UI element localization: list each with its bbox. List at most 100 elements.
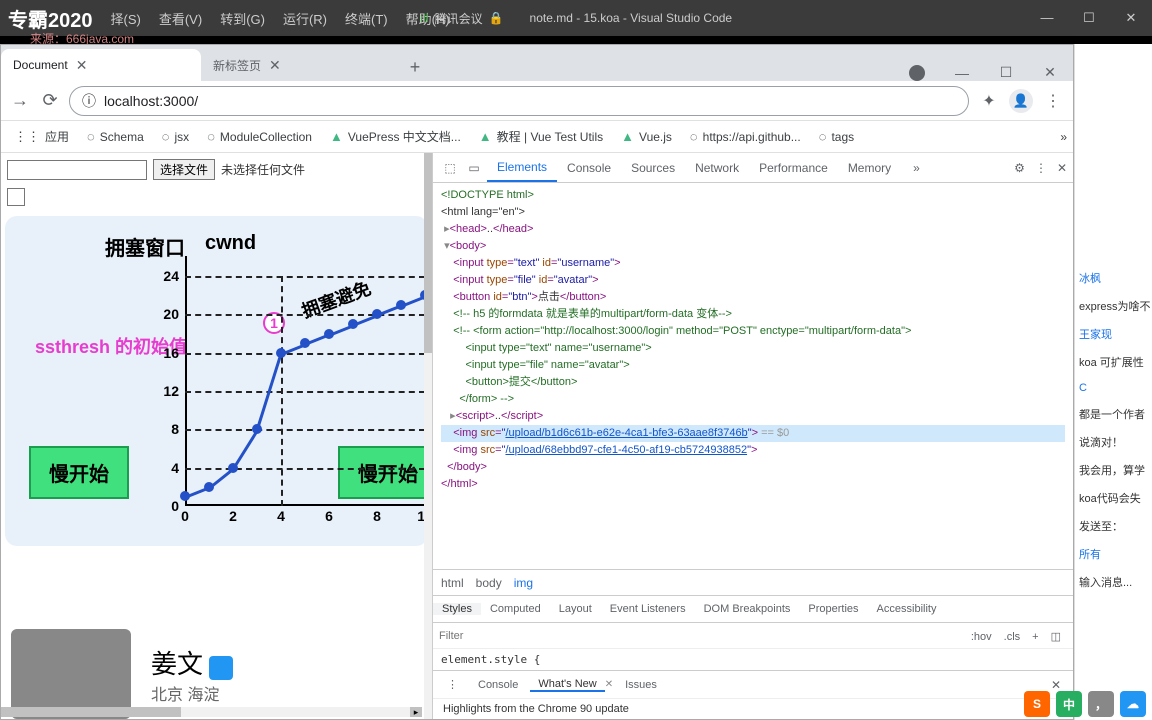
devtools-tab[interactable]: Performance (749, 153, 838, 182)
profile-location: 北京 海淀 (151, 681, 233, 705)
chrome-window: Document✕新标签页✕ + — ☐ ✕ → ⟳ ⓘ localhost:3… (0, 44, 1074, 720)
taskbar: S 中 ， ☁ (1018, 688, 1152, 720)
more-tabs-icon[interactable]: » (903, 153, 930, 182)
chat-line: koa 可扩展性 (1075, 348, 1152, 376)
maximize-button[interactable]: ☐ (1068, 10, 1110, 26)
lock-icon: 🔒 (489, 11, 504, 25)
vscode-title: ıll 腾讯会议 🔒 note.md - 15.koa - Visual Stu… (420, 10, 732, 27)
vscode-menu: 择(S)查看(V)转到(G)运行(R)终端(T)帮助(H) (101, 9, 450, 28)
browser-tab[interactable]: Document✕ (1, 49, 201, 81)
devtools-close-icon[interactable]: ✕ (1057, 161, 1067, 175)
vscode-menu-item[interactable]: 转到(G) (220, 9, 265, 28)
extensions-icon[interactable]: ✦ (977, 91, 1001, 111)
styles-body[interactable]: element.style { (433, 649, 1073, 670)
bookmark-item[interactable]: ▲Vue.js (614, 124, 679, 150)
vscode-menubar: 专霸2020 择(S)查看(V)转到(G)运行(R)终端(T)帮助(H) ıll… (0, 0, 1152, 36)
chat-line: express为啥不 (1075, 292, 1152, 320)
chat-line[interactable]: 所有 (1075, 540, 1152, 568)
close-icon[interactable]: ✕ (76, 57, 88, 74)
forward-button[interactable]: → (9, 90, 31, 111)
drawer-menu-icon[interactable]: ⋮ (439, 678, 466, 691)
styles-tab[interactable]: Computed (481, 603, 550, 615)
vscode-menu-item[interactable]: 查看(V) (159, 9, 202, 28)
close-icon[interactable]: ✕ (605, 679, 613, 690)
bookmark-item[interactable]: ▲教程 | Vue Test Utils (472, 124, 610, 150)
bookmark-item[interactable]: ◌Schema (80, 124, 151, 150)
styles-tabs: StylesComputedLayoutEvent ListenersDOM B… (433, 595, 1073, 623)
bookmark-item[interactable]: ◌tags (812, 124, 861, 150)
url-text: localhost:3000/ (104, 93, 198, 109)
devtools-tab[interactable]: Memory (838, 153, 901, 182)
styles-option[interactable]: .cls (998, 631, 1027, 643)
minimize-button[interactable]: — (943, 65, 981, 81)
bookmark-item[interactable]: ⋮⋮应用 (7, 124, 76, 150)
styles-tab[interactable]: DOM Breakpoints (695, 603, 800, 615)
address-bar[interactable]: ⓘ localhost:3000/ (69, 86, 969, 116)
close-icon[interactable]: ✕ (269, 57, 281, 74)
app-icon-sky[interactable]: ☁ (1120, 691, 1146, 717)
chat-line[interactable]: 冰枫 (1075, 264, 1152, 292)
close-button[interactable]: ✕ (1031, 64, 1069, 81)
breadcrumb-item[interactable]: body (476, 576, 502, 590)
chat-line[interactable]: 王家现 (1075, 320, 1152, 348)
vscode-menu-item[interactable]: 择(S) (111, 9, 141, 28)
v-scrollbar[interactable] (424, 153, 432, 719)
chat-line: 发送至： (1075, 512, 1152, 540)
h-scrollbar[interactable]: ▸ (1, 707, 422, 717)
drawer-body: Highlights from the Chrome 90 update (433, 698, 1073, 719)
bookmarks-overflow[interactable]: » (1060, 130, 1067, 144)
maximize-button[interactable]: ☐ (987, 64, 1025, 81)
profile-card: 姜文 北京 海淀 (11, 629, 233, 719)
vscode-menu-item[interactable]: 终端(T) (345, 9, 388, 28)
close-button[interactable]: ✕ (1110, 10, 1152, 26)
bookmark-item[interactable]: ◌https://api.github... (683, 124, 808, 150)
breadcrumb-item[interactable]: html (441, 576, 464, 590)
drawer-tab[interactable]: Issues (617, 679, 665, 691)
signal-icon: ıll (420, 11, 429, 25)
chrome-menu-icon[interactable]: ⋮ (1041, 91, 1065, 111)
vscode-menu-item[interactable]: 运行(R) (283, 9, 327, 28)
submit-button[interactable] (7, 188, 25, 206)
devtools-tab[interactable]: Sources (621, 153, 685, 182)
device-icon[interactable]: ▭ (463, 161, 485, 175)
minimize-button[interactable]: — (1026, 10, 1068, 26)
styles-option[interactable]: + (1026, 631, 1044, 643)
drawer-tab[interactable]: What's New (530, 678, 604, 692)
breadcrumb[interactable]: html bodyimg (433, 569, 1073, 595)
styles-tab[interactable]: Styles (433, 603, 481, 615)
inspect-icon[interactable]: ⬚ (439, 161, 461, 175)
bookmark-item[interactable]: ▲VuePress 中文文档... (323, 124, 468, 150)
styles-tab[interactable]: Accessibility (868, 603, 946, 615)
site-info-icon[interactable]: ⓘ (82, 91, 96, 111)
new-tab-button[interactable]: + (401, 53, 429, 81)
devtools-tab[interactable]: Network (685, 153, 749, 182)
chart-title-cn: 拥塞窗口 (105, 232, 185, 261)
file-choose-button[interactable]: 选择文件 (153, 159, 215, 180)
reload-button[interactable]: ⟳ (39, 90, 61, 111)
styles-filter-input[interactable] (439, 630, 965, 642)
account-icon[interactable] (909, 65, 925, 81)
app-icon-s[interactable]: S (1024, 691, 1050, 717)
drawer-tab[interactable]: Console (470, 679, 526, 691)
styles-tab[interactable]: Layout (550, 603, 601, 615)
styles-tab[interactable]: Properties (799, 603, 867, 615)
devtools-tabs: ⬚ ▭ ElementsConsoleSourcesNetworkPerform… (433, 153, 1073, 183)
browser-tab[interactable]: 新标签页✕ (201, 49, 401, 81)
styles-tab[interactable]: Event Listeners (601, 603, 695, 615)
breadcrumb-item[interactable]: img (514, 576, 533, 590)
styles-option[interactable]: ◫ (1045, 631, 1067, 643)
dom-tree[interactable]: <!DOCTYPE html><html lang="en"> ▸<head>.… (433, 183, 1073, 569)
chrome-toolbar: → ⟳ ⓘ localhost:3000/ ✦ 👤 ⋮ (1, 81, 1073, 121)
bookmark-item[interactable]: ◌jsx (155, 124, 196, 150)
devtools-tab[interactable]: Console (557, 153, 621, 182)
styles-option[interactable]: :hov (965, 631, 998, 643)
app-icon-cn[interactable]: 中 (1056, 691, 1082, 717)
username-input[interactable] (7, 160, 147, 180)
devtools-menu-icon[interactable]: ⋮ (1035, 161, 1047, 175)
app-icon-comma[interactable]: ， (1088, 691, 1114, 717)
devtools-tab[interactable]: Elements (487, 153, 557, 182)
settings-icon[interactable]: ⚙ (1014, 161, 1025, 175)
profile-icon[interactable]: 👤 (1009, 89, 1033, 113)
chat-line[interactable]: C (1075, 376, 1152, 400)
bookmark-item[interactable]: ◌ModuleCollection (200, 124, 319, 150)
